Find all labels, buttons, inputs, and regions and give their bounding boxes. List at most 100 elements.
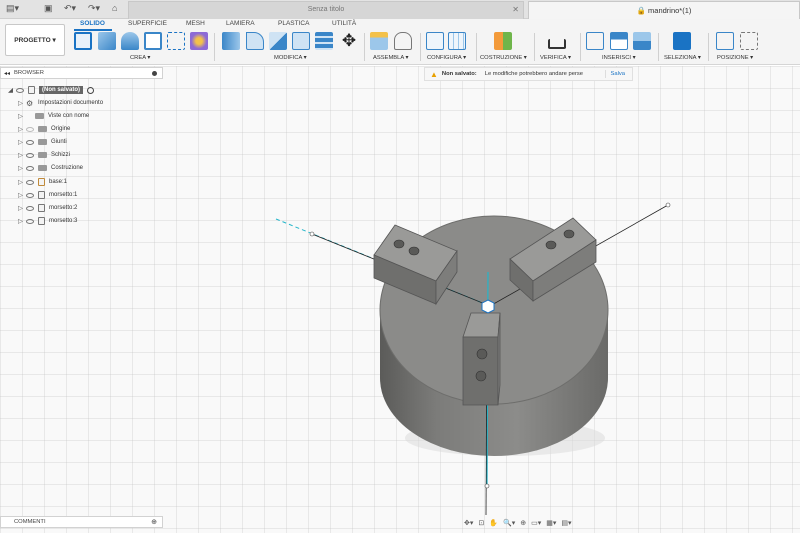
browser-options-icon[interactable] [152, 71, 157, 76]
select-icon[interactable] [673, 32, 691, 50]
shell-icon[interactable] [292, 32, 310, 50]
expand-arrow-icon[interactable]: ▷ [18, 191, 26, 199]
display-settings-icon[interactable]: ▭▾ [531, 519, 541, 527]
document-tab-active[interactable]: 🔒 mandrino*(1) [528, 1, 800, 19]
measure-icon[interactable] [548, 39, 566, 49]
visibility-eye-icon[interactable] [26, 192, 34, 198]
group-assembla[interactable]: ASSEMBLA ▾ [373, 55, 408, 61]
axis-endpoint[interactable] [665, 202, 671, 208]
table-icon[interactable] [448, 32, 466, 50]
project-button[interactable]: PROGETTO ▾ [5, 24, 65, 56]
revolve-icon[interactable] [121, 32, 139, 50]
browser-item-morsetto-3[interactable]: ▷ morsetto:3 [18, 215, 77, 227]
fit-icon[interactable]: ⊕ [520, 519, 526, 527]
insert-mesh-icon[interactable] [610, 32, 628, 50]
expand-arrow-icon[interactable]: ▷ [18, 138, 26, 146]
jaw-3[interactable] [462, 312, 501, 406]
viewports-icon[interactable]: ▤▾ [561, 519, 571, 527]
browser-root[interactable]: ◢ (Non salvato) [8, 84, 95, 96]
group-inserisci[interactable]: INSERISCI ▾ [602, 55, 636, 61]
tab-superficie[interactable]: SUPERFICIE [128, 20, 167, 27]
document-tab-untitled[interactable]: Senza titolo ✕ [128, 1, 524, 19]
browser-item-giunti[interactable]: ▷ Giunti [18, 136, 67, 148]
group-modifica[interactable]: MODIFICA ▾ [274, 55, 307, 61]
browser-item-origine[interactable]: ▷ Origine [18, 123, 70, 135]
browser-item-base[interactable]: ▷ base:1 [18, 176, 67, 188]
tab-plastica[interactable]: PLASTICA [278, 20, 309, 27]
orbit-icon[interactable]: ✥▾ [464, 519, 473, 527]
expand-arrow-icon[interactable]: ▷ [18, 204, 26, 212]
group-seleziona[interactable]: SELEZIONA ▾ [664, 55, 701, 61]
origin-icon[interactable] [481, 299, 495, 314]
viewport-canvas[interactable] [0, 66, 800, 533]
insert-derive-icon[interactable] [586, 32, 604, 50]
browser-item-costruzione[interactable]: ▷ Costruzione [18, 162, 83, 174]
collapse-icon[interactable]: ◂◂ [4, 70, 10, 77]
visibility-eye-icon[interactable] [26, 152, 34, 158]
group-posizione[interactable]: POSIZIONE ▾ [717, 55, 753, 61]
expand-arrow-icon[interactable]: ▷ [18, 99, 26, 107]
group-crea[interactable]: CREA ▾ [130, 55, 150, 61]
browser-item-viste[interactable]: ▷ Viste con nome [18, 110, 89, 122]
expand-arrow-icon[interactable]: ▷ [18, 178, 26, 186]
comments-panel[interactable]: COMMENTI ⊕ [0, 516, 163, 528]
home-icon[interactable]: ⌂ [112, 3, 117, 13]
joint-icon[interactable] [394, 32, 412, 50]
axis-endpoint[interactable] [309, 231, 315, 237]
collapse-arrow-icon[interactable]: ◢ [8, 86, 16, 94]
visibility-eye-icon[interactable] [16, 87, 24, 93]
group-configura[interactable]: CONFIGURA ▾ [427, 55, 466, 61]
save-icon[interactable]: ▣ [44, 3, 53, 14]
tab-solido[interactable]: SOLIDO [80, 20, 105, 27]
plane-icon[interactable] [494, 32, 512, 50]
extrude-icon[interactable] [98, 32, 116, 50]
close-icon[interactable]: ✕ [512, 5, 519, 14]
tab-utilita[interactable]: UTILITÀ [332, 20, 356, 27]
visibility-eye-icon[interactable] [26, 139, 34, 145]
browser-item-morsetto-1[interactable]: ▷ morsetto:1 [18, 189, 77, 201]
expand-arrow-icon[interactable]: ▷ [18, 112, 26, 120]
insert-image-icon[interactable] [633, 32, 651, 50]
grid-settings-icon[interactable]: ▦▾ [546, 519, 556, 527]
hole-icon[interactable] [144, 32, 162, 50]
group-verifica[interactable]: VERIFICA ▾ [540, 55, 571, 61]
new-component-icon[interactable] [370, 32, 388, 50]
chuck-model[interactable] [0, 66, 800, 533]
file-menu-icon[interactable]: ▤▾ [6, 3, 19, 14]
visibility-eye-icon[interactable] [26, 179, 34, 185]
visibility-eye-icon[interactable] [26, 218, 34, 224]
chamfer-icon[interactable] [269, 32, 287, 50]
browser-panel-header[interactable]: ◂◂ BROWSER [0, 67, 163, 79]
pan-icon[interactable]: ✋ [489, 519, 498, 527]
pattern-icon[interactable] [167, 32, 185, 50]
axis-endpoint[interactable] [484, 483, 490, 489]
activate-radio-icon[interactable] [87, 86, 95, 94]
zoom-icon[interactable]: 🔍▾ [503, 519, 515, 527]
save-button[interactable]: Salva [605, 70, 629, 78]
visibility-eye-off-icon[interactable] [26, 126, 34, 132]
browser-item-impostazioni[interactable]: ▷ ⚙ Impostazioni documento [18, 97, 103, 109]
expand-arrow-icon[interactable]: ▷ [18, 217, 26, 225]
tab-mesh[interactable]: MESH [186, 20, 205, 27]
create-sketch-icon[interactable] [74, 32, 92, 50]
undo-icon[interactable]: ↶▾ [64, 3, 76, 14]
tab-lamiera[interactable]: LAMIERA [226, 20, 255, 27]
revert-position-icon[interactable] [740, 32, 758, 50]
parameters-icon[interactable] [426, 32, 444, 50]
browser-item-schizzi[interactable]: ▷ Schizzi [18, 149, 70, 161]
visibility-eye-icon[interactable] [26, 165, 34, 171]
browser-item-morsetto-2[interactable]: ▷ morsetto:2 [18, 202, 77, 214]
visibility-eye-icon[interactable] [26, 205, 34, 211]
combine-icon[interactable] [315, 32, 333, 50]
expand-arrow-icon[interactable]: ▷ [18, 151, 26, 159]
redo-icon[interactable]: ↷▾ [88, 3, 100, 14]
add-comment-icon[interactable]: ⊕ [151, 518, 157, 526]
group-costruzione[interactable]: COSTRUZIONE ▾ [480, 55, 527, 61]
form-icon[interactable] [190, 32, 208, 50]
expand-arrow-icon[interactable]: ▷ [18, 164, 26, 172]
capture-position-icon[interactable] [716, 32, 734, 50]
fillet-icon[interactable] [246, 32, 264, 50]
press-pull-icon[interactable] [222, 32, 240, 50]
expand-arrow-icon[interactable]: ▷ [18, 125, 26, 133]
move-icon[interactable]: ✥ [340, 32, 358, 50]
